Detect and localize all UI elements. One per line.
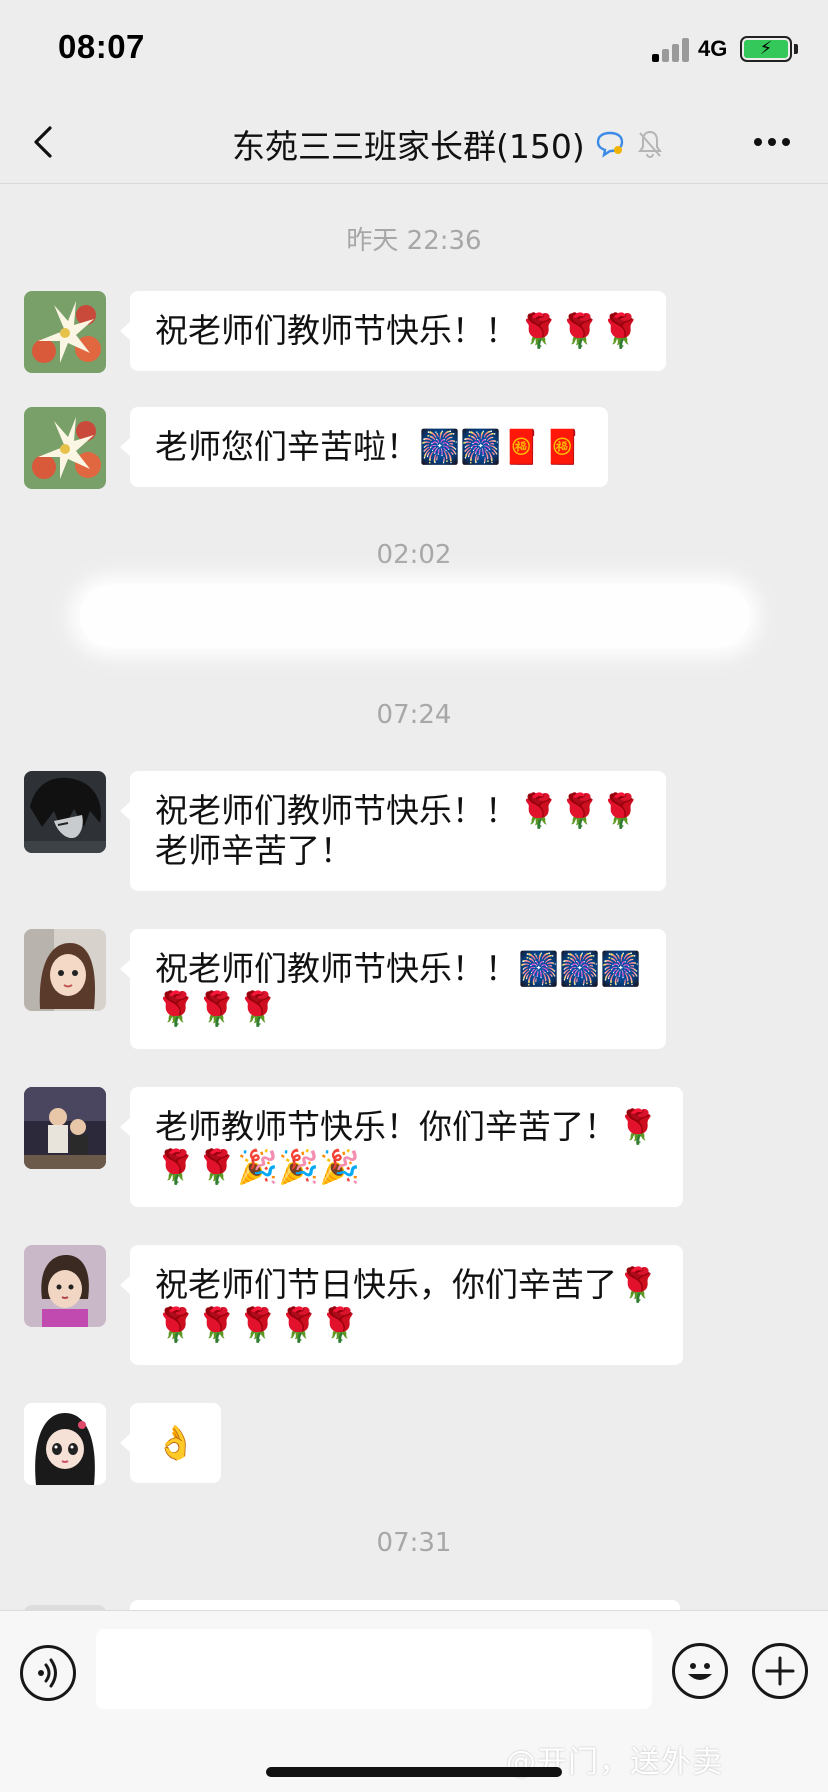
message-bubble[interactable]: 老师您们辛苦啦！🎆🎆🧧🧧: [119, 407, 609, 487]
message-text: 🌹🌹🌹🌹🌹: [155, 1305, 361, 1344]
voice-button[interactable]: [20, 1645, 76, 1701]
ellipsis-icon[interactable]: [752, 136, 792, 148]
message-bubble[interactable]: 祝老师们教师节快乐！！🌹🌹🌹 老师辛苦了！: [119, 771, 667, 891]
message-text: 老师您们辛苦啦！🎆🎆🧧🧧: [155, 427, 584, 466]
message-text: 🌹🌹🌹: [155, 989, 279, 1028]
message-text: 祝老师们教师节快乐！！🌹🌹🌹: [155, 311, 642, 350]
battery-cap: [794, 44, 798, 54]
message-text: 祝老师们教师节快乐！！🌹🌹🌹: [155, 791, 642, 830]
message-text: 🌹🌹🎉🎉🎉: [155, 1147, 361, 1186]
avatar[interactable]: [24, 1245, 106, 1327]
message-text: 老师辛苦了！: [155, 831, 353, 870]
battery-icon: ⚡: [740, 36, 792, 62]
nav-bar: 东苑三三班家长群(150): [0, 100, 828, 184]
avatar[interactable]: [24, 929, 106, 1011]
signal-icon: [652, 38, 694, 62]
group-chat-icon: [596, 131, 623, 158]
avatar[interactable]: [24, 771, 106, 853]
avatar[interactable]: [24, 407, 106, 489]
chat-title-group[interactable]: 东苑三三班家长群(150): [232, 120, 663, 168]
avatar[interactable]: [24, 1403, 106, 1485]
timestamp: 07:31: [376, 1528, 452, 1558]
mute-bell-icon: [637, 130, 662, 159]
message-text: 祝老师们节日快乐，你们辛苦了🌹: [155, 1265, 659, 1304]
message-text: 祝老师们教师节快乐！！🎆🎆🎆: [155, 949, 642, 988]
status-bar: 08:07 4G ⚡: [0, 0, 828, 100]
more-actions-button[interactable]: [752, 1643, 808, 1699]
message-text: 👌: [155, 1423, 197, 1462]
input-bar: @开门，送外卖: [0, 1610, 828, 1792]
message-bubble[interactable]: [130, 1600, 680, 1610]
message-text: 老师教师节快乐！你们辛苦了！🌹: [155, 1107, 659, 1146]
network-label: 4G: [698, 36, 728, 61]
chat-title: 东苑三三班家长群(150): [232, 127, 585, 166]
timestamp: 昨天 22:36: [346, 226, 482, 256]
avatar[interactable]: [24, 291, 106, 373]
chevron-left-icon[interactable]: [30, 124, 60, 160]
message-input[interactable]: [96, 1629, 652, 1709]
status-time: 08:07: [58, 28, 145, 65]
message-bubble[interactable]: 👌: [119, 1403, 222, 1483]
home-indicator: [266, 1767, 562, 1777]
message-bubble[interactable]: 祝老师们教师节快乐！！🌹🌹🌹: [119, 291, 667, 371]
voice-icon: [38, 1658, 57, 1688]
timestamp: 02:02: [376, 540, 452, 570]
avatar[interactable]: [24, 1087, 106, 1169]
chat-area[interactable]: 昨天 22:36 祝老师们教师节快乐！！🌹🌹🌹 老师您们辛苦啦！🎆🎆🧧🧧 02:…: [0, 185, 828, 1610]
emoji-button[interactable]: [672, 1643, 728, 1699]
message-bubble[interactable]: 祝老师们节日快乐，你们辛苦了🌹 🌹🌹🌹🌹🌹: [119, 1245, 684, 1365]
redacted-message: [80, 585, 750, 647]
smiley-icon: [688, 1663, 712, 1680]
message-bubble[interactable]: 祝老师们教师节快乐！！🎆🎆🎆 🌹🌹🌹: [119, 929, 667, 1049]
plus-icon: [765, 1656, 795, 1686]
message-bubble[interactable]: 老师教师节快乐！你们辛苦了！🌹 🌹🌹🎉🎉🎉: [119, 1087, 684, 1207]
timestamp: 07:24: [376, 700, 452, 730]
